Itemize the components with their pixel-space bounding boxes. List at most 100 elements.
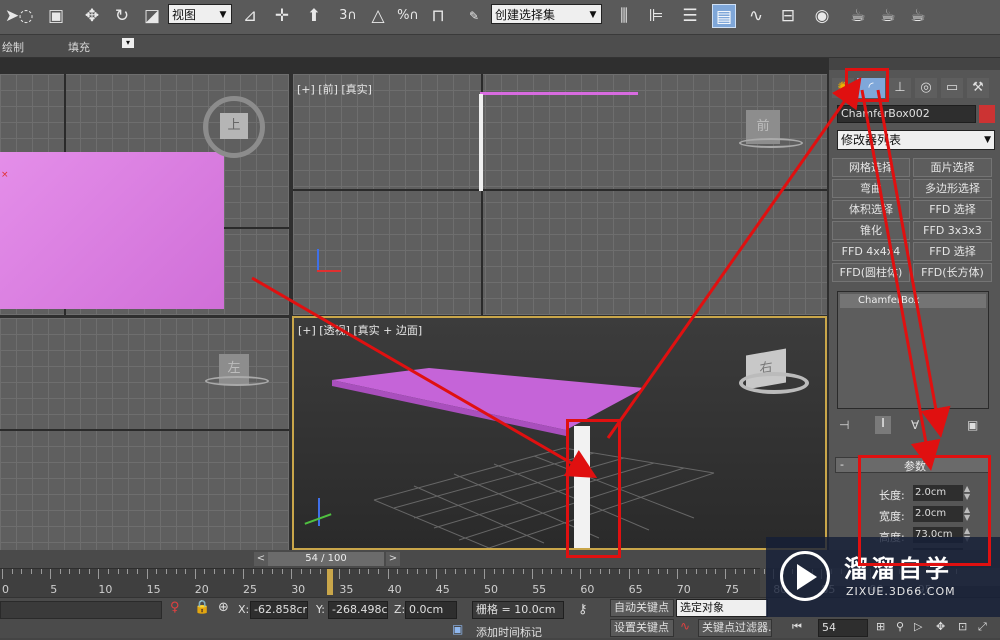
move-icon[interactable]: ✥ [80,4,104,28]
maximize-viewport-icon[interactable]: ⤢ [978,620,987,634]
add-time-tag[interactable]: 添加时间标记 [476,624,542,640]
current-frame-marker[interactable] [327,569,333,595]
viewcube-ring[interactable] [205,376,269,386]
lasso-icon[interactable]: ◌ [14,4,38,28]
track-bar[interactable]: 05101520253035404550556065707580859095 [0,568,958,597]
tick-label: 40 [387,583,402,596]
viewcube-top-face[interactable]: 上 [220,113,248,139]
show-end-result-icon[interactable]: Ⅰ [875,416,891,434]
schematic-icon[interactable]: ⊟ [776,4,800,28]
fov-icon[interactable]: ⊡ [958,620,967,633]
stack-tools: ⊣ Ⅰ ∀ ♅ ▣ [839,416,989,436]
selected-objects-dropdown[interactable]: 选定对象 [676,599,768,617]
key-icon[interactable]: ⚷ [578,602,588,617]
motion-tab[interactable]: ◎ [915,78,937,98]
teapot-icon[interactable]: ☕ [906,4,930,28]
x-coordinate-field[interactable]: -62.858cm [250,601,308,619]
spinner-snap-icon[interactable]: ⊓ [426,4,450,28]
modifier-button[interactable]: FFD(长方体) [913,263,992,282]
pin-stack-icon[interactable]: ⊣ [839,418,849,432]
keyboard-shortcut-icon[interactable]: ⬆ [302,4,326,28]
render-setup-icon[interactable]: ☕ [846,4,870,28]
time-config-icon[interactable]: ⊞ [876,620,885,633]
reference-coordinate-dropdown[interactable]: 视图 ▼ [168,4,232,24]
render-frame-icon[interactable]: ☕ [876,4,900,28]
viewport-front[interactable]: [+] [前] [真实] 前 [293,74,827,315]
modifier-button[interactable]: 体积选择 [832,200,910,219]
material-editor-icon[interactable]: ◉ [810,4,834,28]
tick-mark [484,569,485,579]
maxscript-listener[interactable] [0,601,162,619]
make-unique-icon[interactable]: ∀ [911,418,919,432]
next-frame-button[interactable]: > [386,552,400,566]
modifier-button[interactable]: FFD 3x3x3 [913,221,992,240]
zoom-icon[interactable]: ⚲ [896,620,904,633]
key-filters-button[interactable]: 关键点过滤器... [698,619,772,637]
viewcube-ring[interactable] [739,138,803,148]
scene-explorer-icon[interactable]: ▤ [712,4,736,28]
tick-mark [397,569,399,574]
modifier-button[interactable]: FFD 选择 [913,200,992,219]
modifier-button[interactable]: 弯曲 [832,179,910,198]
configure-sets-icon[interactable]: ▣ [967,418,978,432]
snap-icon[interactable]: 3∩ [336,4,360,28]
named-selection-dropdown[interactable]: 创建选择集 ▼ [491,4,602,24]
viewport-perspective[interactable]: [+] [透视] [真实 + 边面] 右 [292,316,827,550]
utilities-tab[interactable]: ⚒ [967,78,989,98]
viewport-top[interactable]: 上 × [0,74,289,315]
lock-icon[interactable]: 🔒 [194,600,210,615]
modifier-button[interactable]: 多边形选择 [913,179,992,198]
viewcube-ring[interactable] [739,372,809,394]
viewport-left[interactable]: 左 [0,318,289,550]
viewport-front-label[interactable]: [+] [前] [真实] [297,81,372,97]
display-tab[interactable]: ▭ [941,78,963,98]
angle-snap-icon[interactable]: △ [366,4,390,28]
ribbon-draw[interactable]: 绘制 [2,39,24,55]
rotate-icon[interactable]: ↻ [110,4,134,28]
go-to-start-icon[interactable]: ⏮ [792,620,802,634]
axis-gizmo-z [317,249,319,271]
align-icon[interactable]: ⊫ [644,4,668,28]
modifier-button[interactable]: 网格选择 [832,158,910,177]
chevron-down-icon: ▼ [984,135,991,145]
mirror-icon[interactable]: ⫼ [612,4,636,28]
tick-mark [358,569,360,574]
auto-key-button[interactable]: 自动关键点 [610,599,674,617]
hierarchy-tab[interactable]: ⊥ [889,78,911,98]
curve-editor-icon[interactable]: ∿ [744,4,768,28]
stack-item[interactable]: ChamferBox [840,294,986,308]
grid-size-display: 栅格 = 10.0cm [472,601,564,619]
modifier-button[interactable]: 锥化 [832,221,910,240]
scale-icon[interactable]: ◪ [140,4,164,28]
layer-icon[interactable]: ☰ [678,4,702,28]
modifier-button[interactable]: FFD 4x4x4 [832,242,910,261]
remove-modifier-icon[interactable]: ♅ [933,418,944,432]
set-key-button[interactable]: 设置关键点 [610,619,674,637]
pivot-icon[interactable]: ⊿ [238,4,262,28]
modifier-button[interactable]: FFD 选择 [913,242,992,261]
absolute-mode-icon[interactable]: ⊕ [218,600,229,615]
isolate-icon[interactable]: ♀ [170,600,180,615]
object-name-field[interactable]: ChamferBox002 [837,105,976,123]
modifier-button[interactable]: FFD(圆柱体) [832,263,910,282]
chevron-down-icon: ▼ [219,10,227,20]
modifier-list-dropdown[interactable]: 修改器列表 ▼ [837,130,995,150]
object-color-swatch[interactable] [979,105,995,123]
window-crossing-icon[interactable]: ▣ [44,4,68,28]
current-frame-field[interactable]: 54 [818,619,868,637]
time-slider[interactable]: 54 / 100 [268,552,384,566]
edit-named-selection-icon[interactable]: ✎ [462,4,486,28]
ribbon-fill[interactable]: 填充 [68,39,90,55]
tick-mark [493,569,495,574]
manipulate-icon[interactable]: ✛ [270,4,294,28]
grid-axis-line [293,189,827,191]
modifier-stack[interactable]: ChamferBox [837,291,989,409]
ribbon-dropdown-icon[interactable]: ▾ [122,38,134,48]
modifier-button[interactable]: 面片选择 [913,158,992,177]
prev-frame-button[interactable]: < [254,552,268,566]
percent-snap-icon[interactable]: %∩ [396,4,420,28]
z-coordinate-field[interactable]: 0.0cm [405,601,457,619]
y-coordinate-field[interactable]: -268.498cm [328,601,388,619]
orbit-icon[interactable]: ✥ [936,620,945,633]
pan-view-icon[interactable]: ▷ [914,620,922,633]
